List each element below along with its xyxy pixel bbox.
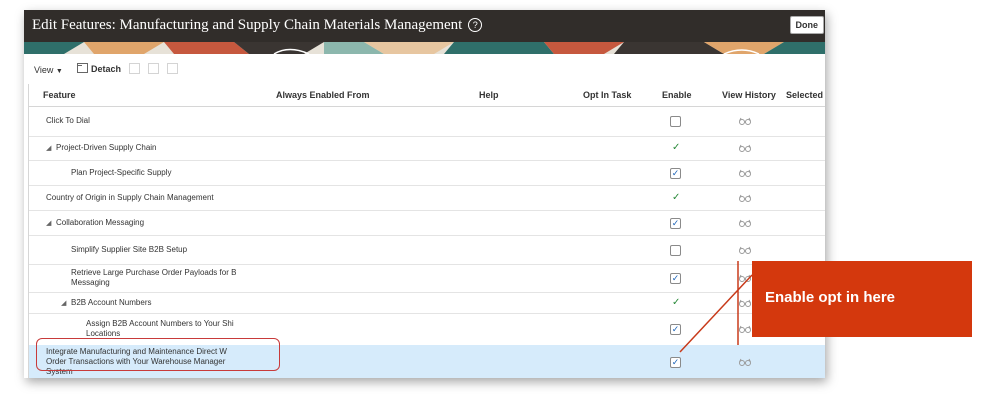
callout-box: Enable opt in here — [752, 261, 972, 337]
callout-connectors — [679, 261, 753, 353]
callout-text: Enable opt in here — [765, 289, 896, 306]
